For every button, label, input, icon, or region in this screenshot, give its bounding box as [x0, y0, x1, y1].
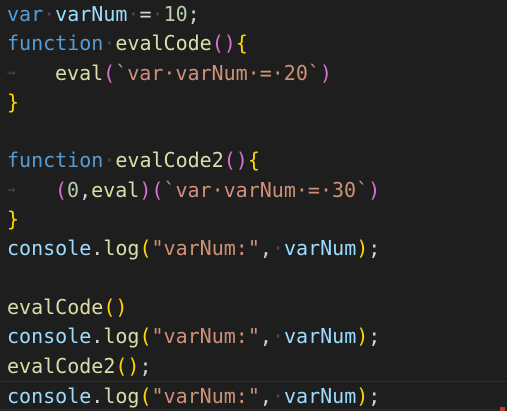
code-token: (: [139, 236, 152, 261]
code-token: ·: [151, 2, 164, 26]
code-token: .: [91, 236, 104, 261]
code-token: console: [7, 383, 92, 408]
code-token: {: [247, 148, 260, 173]
code-token: varNum: [55, 2, 128, 26]
code-token: ): [356, 324, 369, 349]
code-token: ·: [43, 2, 56, 26]
code-token: ,: [259, 383, 272, 408]
code-token: varNum: [283, 383, 357, 408]
code-token: `var·varNum·=·20`: [115, 60, 320, 85]
code-token: (): [103, 294, 128, 319]
code-token: }: [7, 89, 20, 114]
code-token: ;: [368, 324, 381, 349]
code-token: .: [91, 383, 104, 408]
code-token: =: [139, 2, 152, 26]
code-token: "varNum:": [151, 324, 260, 349]
code-token: console: [7, 236, 92, 261]
code-token: ·: [103, 31, 116, 56]
code-line[interactable]: function·evalCode2(){: [0, 146, 507, 175]
code-token: console: [7, 324, 92, 349]
code-token: ): [356, 383, 369, 408]
code-token: (): [223, 148, 248, 173]
code-token: varNum: [283, 324, 357, 349]
code-token: 0: [67, 177, 80, 202]
code-line[interactable]: function·evalCode(){: [0, 29, 507, 58]
code-token: var: [7, 2, 44, 26]
code-token: ·: [103, 148, 116, 173]
code-token: {: [235, 31, 248, 56]
code-token: evalCode: [7, 294, 104, 319]
indent-marker: →: [7, 181, 16, 198]
code-line[interactable]: evalCode2();: [0, 352, 507, 381]
code-token: ): [356, 236, 369, 261]
code-token: ·: [271, 324, 284, 349]
code-token: varNum: [283, 236, 357, 261]
code-token: 10: [163, 2, 188, 26]
code-token: "varNum:": [151, 383, 260, 408]
code-token: ;: [368, 383, 381, 408]
code-token: (: [151, 177, 164, 202]
code-token: evalCode2: [115, 148, 224, 173]
code-token: function: [7, 148, 104, 173]
code-token: ·: [271, 383, 284, 408]
code-line[interactable]: → eval(`var·varNum·=·20`): [0, 59, 507, 88]
code-token: ·: [271, 236, 284, 261]
code-token: ,: [259, 236, 272, 261]
indent-marker: →: [7, 64, 16, 81]
code-token: ;: [139, 353, 152, 378]
code-token: evalCode: [115, 31, 212, 56]
code-token: ): [139, 177, 152, 202]
code-token: ;: [368, 236, 381, 261]
code-token: ,: [259, 324, 272, 349]
code-line[interactable]: }: [0, 205, 507, 234]
code-token: `var·varNum·=·30`: [163, 177, 369, 202]
code-line[interactable]: console.log("varNum:",·varNum);: [0, 380, 507, 411]
code-line[interactable]: console.log("varNum:",·varNum);: [0, 234, 507, 263]
scrollbar-marker: [500, 407, 505, 411]
code-editor[interactable]: var·varNum·=·10; function·evalCode(){→ eva…: [0, 0, 507, 411]
code-token: function: [7, 31, 104, 56]
code-line[interactable]: [0, 264, 507, 293]
code-token: ): [319, 60, 332, 85]
code-line[interactable]: evalCode(): [0, 293, 507, 322]
code-lines[interactable]: var·varNum·=·10; function·evalCode(){→ eva…: [0, 0, 507, 411]
code-token: (: [103, 60, 116, 85]
code-token: (: [139, 324, 152, 349]
code-token: log: [103, 383, 140, 408]
code-line[interactable]: var·varNum·=·10;: [0, 0, 507, 29]
code-line[interactable]: → (0,eval)(`var·varNum·=·30`): [0, 176, 507, 205]
code-token: ): [368, 177, 381, 202]
code-token: (): [115, 353, 140, 378]
code-token: eval: [55, 60, 104, 85]
code-token: log: [103, 236, 140, 261]
code-token: eval: [91, 177, 140, 202]
code-token: .: [91, 324, 104, 349]
code-token: evalCode2: [7, 353, 116, 378]
code-token: (: [55, 177, 68, 202]
code-token: ·: [127, 2, 140, 26]
code-token: ;: [187, 2, 200, 26]
code-token: (: [139, 383, 152, 408]
code-line[interactable]: }: [0, 88, 507, 117]
code-line[interactable]: console.log("varNum:",·varNum);: [0, 322, 507, 351]
code-token: "varNum:": [151, 236, 260, 261]
code-token: }: [7, 207, 20, 232]
code-token: (): [211, 31, 236, 56]
code-token: ,: [79, 177, 92, 202]
code-token: log: [103, 324, 140, 349]
code-line[interactable]: [0, 117, 507, 146]
